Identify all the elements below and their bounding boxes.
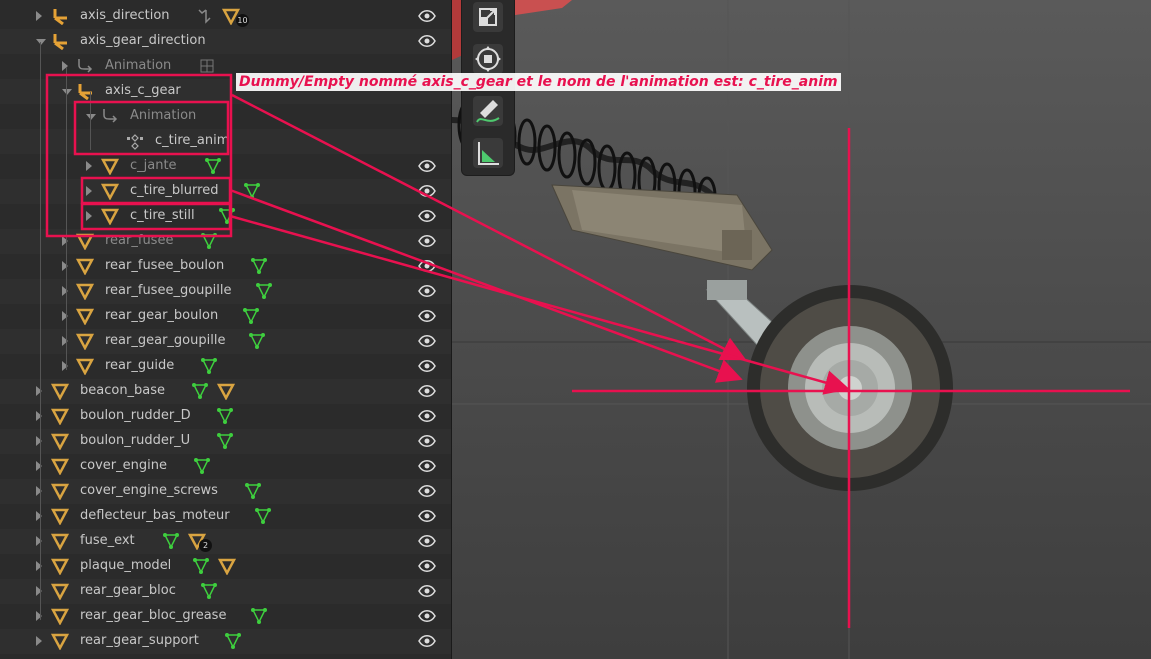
arrow-axis-c-gear (231, 93, 747, 361)
highlight-box-c-tire-blurred (80, 176, 232, 205)
highlight-box-c-tire-still (80, 202, 232, 231)
arrow-c-tire-blurred (229, 188, 743, 383)
highlight-box-animation (73, 100, 230, 156)
highlight-box-axis-c-gear (45, 73, 233, 238)
arrow-c-tire-still (229, 214, 850, 395)
annotation-overlay (45, 73, 850, 395)
annotation-label: Dummy/Empty nommé axis_c_gear et le nom … (236, 73, 841, 91)
